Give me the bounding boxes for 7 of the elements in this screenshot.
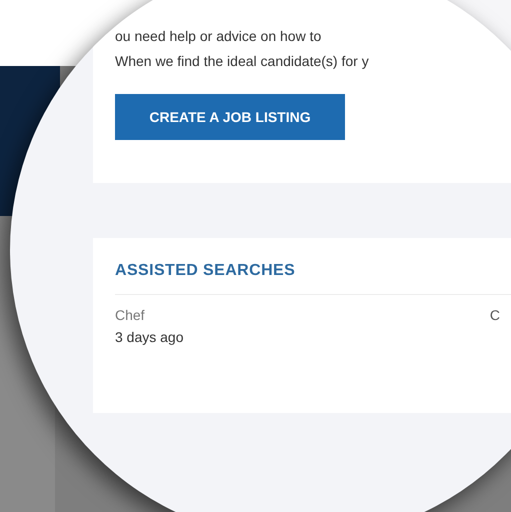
search-status: C (490, 307, 500, 325)
create-job-listing-button[interactable]: CREATE A JOB LISTING (115, 94, 345, 140)
section-title: ASSISTED SEARCHES (115, 262, 296, 280)
search-title[interactable]: Chef (115, 307, 184, 323)
intro-text: When we find the ideal candidate(s) for y (115, 53, 370, 70)
intro-text: ou need help or advice on how to (115, 28, 322, 45)
search-time: 3 days ago (115, 329, 184, 345)
